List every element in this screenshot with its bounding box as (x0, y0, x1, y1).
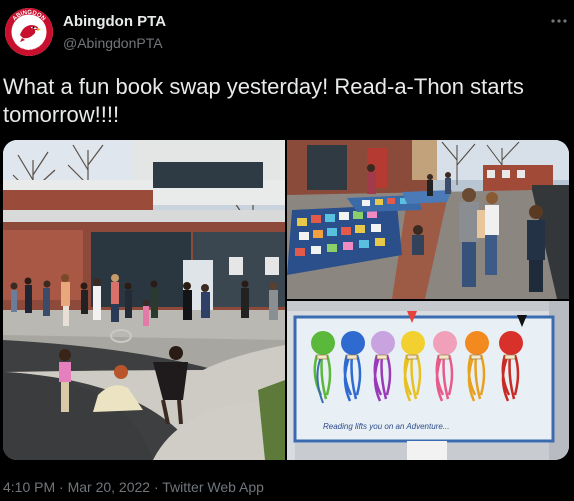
more-horizontal-icon[interactable] (548, 12, 570, 30)
display-name[interactable]: Abingdon PTA (63, 13, 166, 30)
photo-books-on-ground[interactable] (287, 140, 569, 299)
tweet-text: What a fun book swap yesterday! Read-a-T… (3, 74, 524, 127)
mural-caption: Reading lifts you on an Adventure... (323, 422, 449, 431)
abingdon-elementary-logo: ABINGDON ELEMENTARY (5, 8, 53, 56)
user-handle[interactable]: @AbingdonPTA (63, 35, 163, 51)
photo-school-book-swap[interactable] (3, 140, 285, 460)
photo-balloon-mural[interactable]: Reading lifts you on an Adventure... (287, 301, 569, 460)
tweet-media-grid: Reading lifts you on an Adventure... (3, 140, 569, 460)
tweet-timestamp[interactable]: 4:10 PM · Mar 20, 2022 · Twitter Web App (3, 479, 264, 495)
avatar[interactable]: ABINGDON ELEMENTARY (5, 8, 53, 56)
